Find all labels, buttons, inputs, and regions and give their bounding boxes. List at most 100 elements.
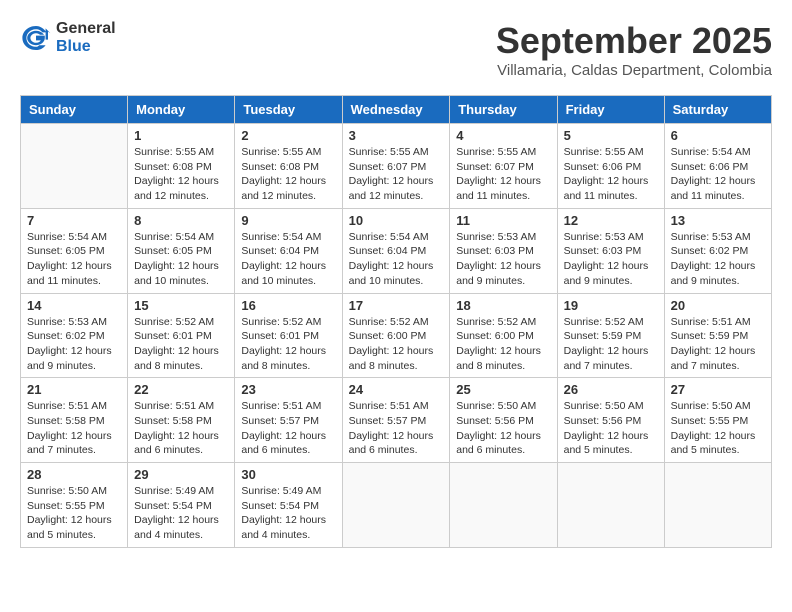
logo-general: General (56, 20, 116, 38)
week-row-4: 21 Sunrise: 5:51 AMSunset: 5:58 PMDaylig… (21, 378, 772, 463)
day-cell: 8 Sunrise: 5:54 AMSunset: 6:05 PMDayligh… (128, 208, 235, 293)
day-cell: 21 Sunrise: 5:51 AMSunset: 5:58 PMDaylig… (21, 378, 128, 463)
day-number: 19 (564, 298, 658, 313)
day-number: 14 (27, 298, 121, 313)
header-cell-tuesday: Tuesday (235, 96, 342, 124)
day-number: 16 (241, 298, 335, 313)
header-cell-friday: Friday (557, 96, 664, 124)
week-row-3: 14 Sunrise: 5:53 AMSunset: 6:02 PMDaylig… (21, 293, 772, 378)
day-number: 18 (456, 298, 550, 313)
day-info: Sunrise: 5:55 AMSunset: 6:08 PMDaylight:… (134, 146, 219, 202)
day-number: 17 (349, 298, 444, 313)
logo-icon (20, 22, 52, 54)
day-info: Sunrise: 5:54 AMSunset: 6:04 PMDaylight:… (349, 231, 434, 287)
day-number: 30 (241, 467, 335, 482)
day-info: Sunrise: 5:55 AMSunset: 6:06 PMDaylight:… (564, 146, 649, 202)
day-cell: 4 Sunrise: 5:55 AMSunset: 6:07 PMDayligh… (450, 124, 557, 209)
day-info: Sunrise: 5:49 AMSunset: 5:54 PMDaylight:… (134, 485, 219, 541)
day-cell: 23 Sunrise: 5:51 AMSunset: 5:57 PMDaylig… (235, 378, 342, 463)
day-info: Sunrise: 5:52 AMSunset: 6:01 PMDaylight:… (134, 316, 219, 372)
title-block: September 2025 Villamaria, Caldas Depart… (496, 20, 772, 79)
header-cell-saturday: Saturday (664, 96, 771, 124)
logo-blue: Blue (56, 38, 116, 56)
header-cell-wednesday: Wednesday (342, 96, 450, 124)
day-info: Sunrise: 5:51 AMSunset: 5:57 PMDaylight:… (241, 400, 326, 456)
day-info: Sunrise: 5:52 AMSunset: 6:01 PMDaylight:… (241, 316, 326, 372)
day-cell: 19 Sunrise: 5:52 AMSunset: 5:59 PMDaylig… (557, 293, 664, 378)
day-info: Sunrise: 5:50 AMSunset: 5:56 PMDaylight:… (456, 400, 541, 456)
day-number: 29 (134, 467, 228, 482)
week-row-2: 7 Sunrise: 5:54 AMSunset: 6:05 PMDayligh… (21, 208, 772, 293)
day-cell: 28 Sunrise: 5:50 AMSunset: 5:55 PMDaylig… (21, 463, 128, 548)
day-number: 2 (241, 128, 335, 143)
day-cell: 7 Sunrise: 5:54 AMSunset: 6:05 PMDayligh… (21, 208, 128, 293)
day-info: Sunrise: 5:55 AMSunset: 6:07 PMDaylight:… (456, 146, 541, 202)
day-info: Sunrise: 5:51 AMSunset: 5:58 PMDaylight:… (27, 400, 112, 456)
day-cell: 13 Sunrise: 5:53 AMSunset: 6:02 PMDaylig… (664, 208, 771, 293)
day-cell: 15 Sunrise: 5:52 AMSunset: 6:01 PMDaylig… (128, 293, 235, 378)
day-info: Sunrise: 5:50 AMSunset: 5:56 PMDaylight:… (564, 400, 649, 456)
day-cell: 30 Sunrise: 5:49 AMSunset: 5:54 PMDaylig… (235, 463, 342, 548)
day-cell: 26 Sunrise: 5:50 AMSunset: 5:56 PMDaylig… (557, 378, 664, 463)
day-info: Sunrise: 5:51 AMSunset: 5:58 PMDaylight:… (134, 400, 219, 456)
day-number: 7 (27, 213, 121, 228)
day-number: 1 (134, 128, 228, 143)
day-number: 21 (27, 382, 121, 397)
header-cell-monday: Monday (128, 96, 235, 124)
day-cell: 2 Sunrise: 5:55 AMSunset: 6:08 PMDayligh… (235, 124, 342, 209)
logo: General Blue (20, 20, 116, 56)
calendar-table: SundayMondayTuesdayWednesdayThursdayFrid… (20, 95, 772, 548)
day-number: 26 (564, 382, 658, 397)
day-cell: 9 Sunrise: 5:54 AMSunset: 6:04 PMDayligh… (235, 208, 342, 293)
week-row-5: 28 Sunrise: 5:50 AMSunset: 5:55 PMDaylig… (21, 463, 772, 548)
day-info: Sunrise: 5:52 AMSunset: 6:00 PMDaylight:… (456, 316, 541, 372)
day-cell: 20 Sunrise: 5:51 AMSunset: 5:59 PMDaylig… (664, 293, 771, 378)
day-number: 13 (671, 213, 765, 228)
day-cell: 14 Sunrise: 5:53 AMSunset: 6:02 PMDaylig… (21, 293, 128, 378)
day-cell (342, 463, 450, 548)
page-header: General Blue September 2025 Villamaria, … (20, 20, 772, 79)
day-number: 28 (27, 467, 121, 482)
day-number: 10 (349, 213, 444, 228)
header-row: SundayMondayTuesdayWednesdayThursdayFrid… (21, 96, 772, 124)
day-cell: 11 Sunrise: 5:53 AMSunset: 6:03 PMDaylig… (450, 208, 557, 293)
week-row-1: 1 Sunrise: 5:55 AMSunset: 6:08 PMDayligh… (21, 124, 772, 209)
day-cell (557, 463, 664, 548)
day-number: 20 (671, 298, 765, 313)
day-info: Sunrise: 5:51 AMSunset: 5:59 PMDaylight:… (671, 316, 756, 372)
day-cell: 22 Sunrise: 5:51 AMSunset: 5:58 PMDaylig… (128, 378, 235, 463)
day-number: 24 (349, 382, 444, 397)
location-subtitle: Villamaria, Caldas Department, Colombia (496, 62, 772, 79)
day-cell: 27 Sunrise: 5:50 AMSunset: 5:55 PMDaylig… (664, 378, 771, 463)
day-cell: 5 Sunrise: 5:55 AMSunset: 6:06 PMDayligh… (557, 124, 664, 209)
day-number: 25 (456, 382, 550, 397)
day-cell: 24 Sunrise: 5:51 AMSunset: 5:57 PMDaylig… (342, 378, 450, 463)
day-number: 27 (671, 382, 765, 397)
day-cell: 3 Sunrise: 5:55 AMSunset: 6:07 PMDayligh… (342, 124, 450, 209)
day-cell: 10 Sunrise: 5:54 AMSunset: 6:04 PMDaylig… (342, 208, 450, 293)
day-cell (450, 463, 557, 548)
day-info: Sunrise: 5:53 AMSunset: 6:03 PMDaylight:… (564, 231, 649, 287)
header-cell-sunday: Sunday (21, 96, 128, 124)
day-number: 23 (241, 382, 335, 397)
day-number: 4 (456, 128, 550, 143)
day-number: 11 (456, 213, 550, 228)
day-number: 6 (671, 128, 765, 143)
day-number: 3 (349, 128, 444, 143)
day-cell: 1 Sunrise: 5:55 AMSunset: 6:08 PMDayligh… (128, 124, 235, 209)
day-cell: 17 Sunrise: 5:52 AMSunset: 6:00 PMDaylig… (342, 293, 450, 378)
day-info: Sunrise: 5:50 AMSunset: 5:55 PMDaylight:… (27, 485, 112, 541)
day-number: 5 (564, 128, 658, 143)
day-info: Sunrise: 5:54 AMSunset: 6:06 PMDaylight:… (671, 146, 756, 202)
day-cell: 18 Sunrise: 5:52 AMSunset: 6:00 PMDaylig… (450, 293, 557, 378)
day-info: Sunrise: 5:51 AMSunset: 5:57 PMDaylight:… (349, 400, 434, 456)
day-info: Sunrise: 5:49 AMSunset: 5:54 PMDaylight:… (241, 485, 326, 541)
day-number: 12 (564, 213, 658, 228)
day-info: Sunrise: 5:54 AMSunset: 6:05 PMDaylight:… (134, 231, 219, 287)
day-info: Sunrise: 5:53 AMSunset: 6:03 PMDaylight:… (456, 231, 541, 287)
day-cell (664, 463, 771, 548)
day-number: 9 (241, 213, 335, 228)
month-year-title: September 2025 (496, 20, 772, 62)
day-info: Sunrise: 5:54 AMSunset: 6:05 PMDaylight:… (27, 231, 112, 287)
day-cell: 6 Sunrise: 5:54 AMSunset: 6:06 PMDayligh… (664, 124, 771, 209)
